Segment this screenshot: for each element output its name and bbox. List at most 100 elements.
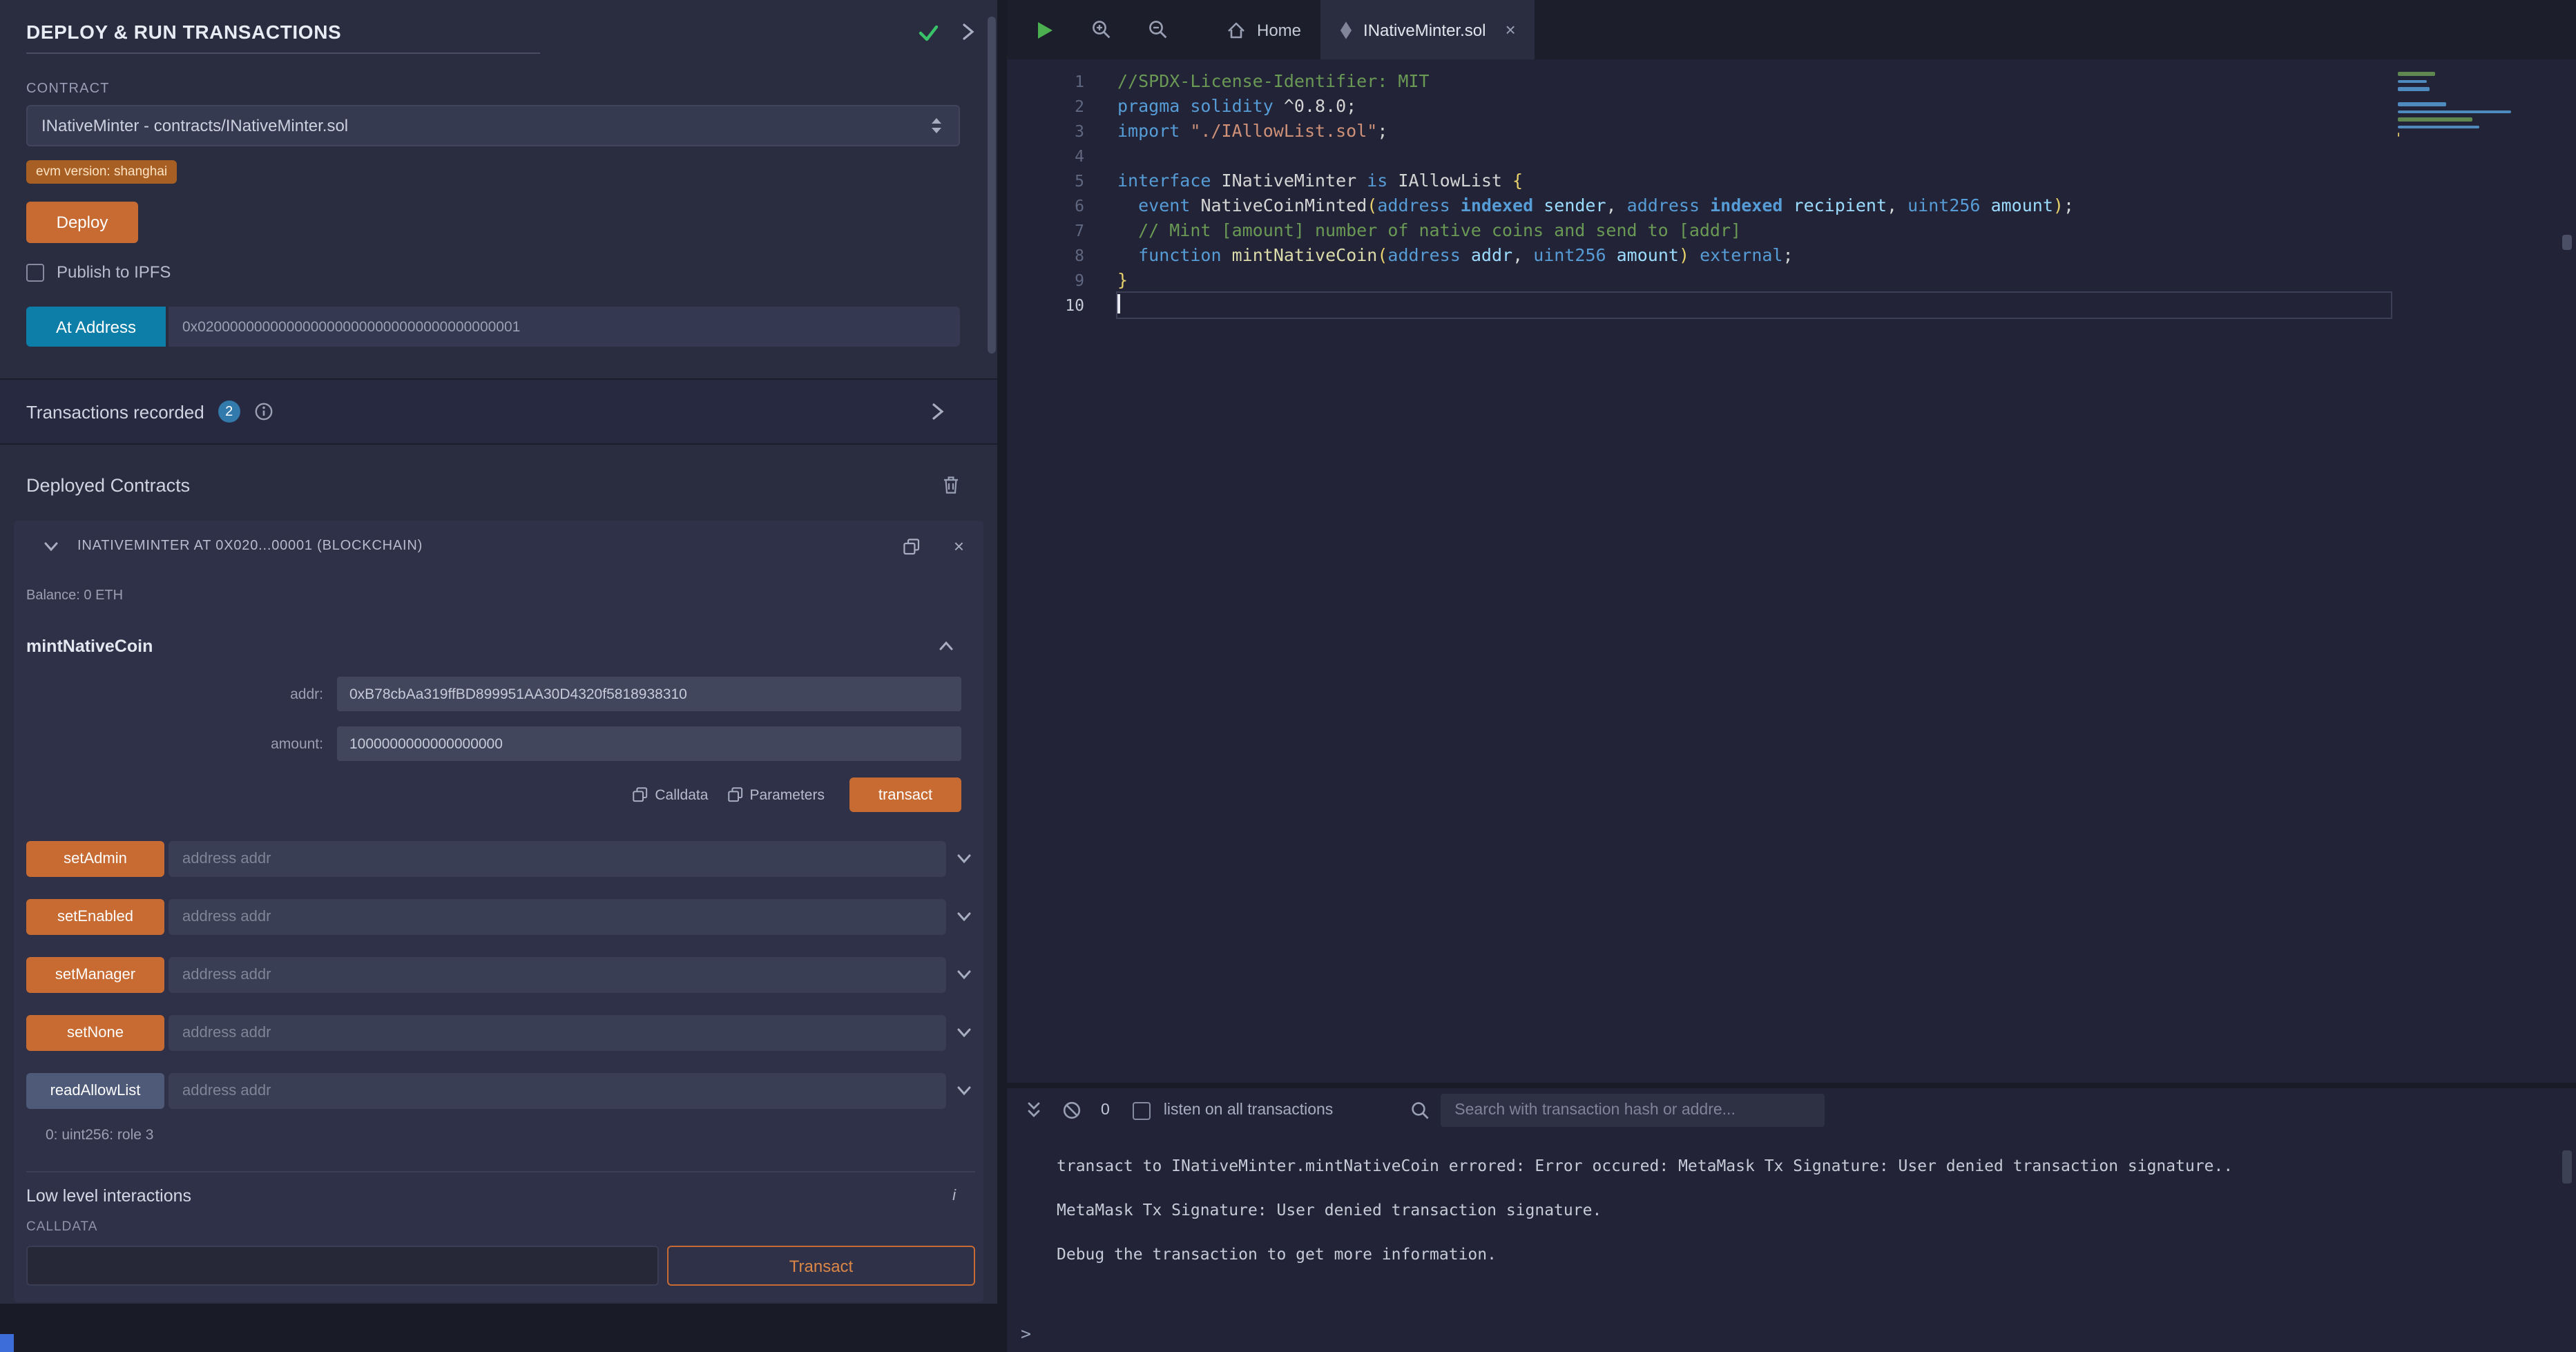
parameters-button[interactable]: Parameters — [727, 786, 825, 803]
title-underline — [26, 52, 540, 54]
home-icon — [1227, 20, 1246, 39]
listen-transactions-label: listen on all transactions — [1164, 1102, 1333, 1119]
chevron-down-icon[interactable] — [953, 1081, 975, 1101]
contract-select[interactable]: INativeMinter - contracts/INativeMinter.… — [26, 105, 960, 146]
solidity-icon — [1340, 20, 1352, 39]
addr-field-label: addr: — [26, 686, 323, 702]
close-icon[interactable]: × — [954, 537, 964, 555]
terminal-prompt[interactable]: > — [1021, 1323, 1031, 1344]
setadmin-button[interactable]: setAdmin — [26, 841, 164, 877]
close-icon[interactable]: × — [1505, 21, 1515, 39]
amount-field-label: amount: — [26, 735, 323, 752]
evm-version-badge: evm version: shanghai — [26, 160, 177, 184]
calldata-input[interactable] — [26, 1246, 659, 1286]
copy-icon — [727, 787, 742, 802]
copy-icon — [633, 787, 648, 802]
readallowlist-input[interactable] — [169, 1073, 946, 1109]
trash-icon[interactable] — [942, 475, 960, 494]
low-level-title: Low level interactions — [26, 1186, 191, 1206]
contract-select-value: INativeMinter - contracts/INativeMinter.… — [41, 116, 348, 135]
low-level-interactions: Low level interactions i CALLDATA Transa… — [26, 1171, 975, 1286]
tab-home[interactable]: Home — [1207, 0, 1320, 59]
tab-active-label: INativeMinter.sol — [1363, 20, 1486, 39]
chevron-down-icon[interactable] — [953, 965, 975, 985]
setnone-button[interactable]: setNone — [26, 1015, 164, 1051]
minimap[interactable] — [2395, 62, 2514, 153]
editor-scrollbar[interactable] — [2562, 235, 2572, 250]
transact-button[interactable]: transact — [849, 778, 961, 812]
zoom-out-icon[interactable] — [1148, 19, 1169, 40]
chevron-right-icon[interactable] — [928, 400, 948, 423]
transactions-recorded-label: Transactions recorded — [26, 401, 204, 422]
terminal-logs: transact to INativeMinter.mintNativeCoin… — [1007, 1132, 2576, 1276]
terminal-toolbar: 0 listen on all transactions — [1007, 1088, 2576, 1132]
terminal-scrollbar[interactable] — [2562, 1150, 2572, 1184]
calldata-section-label: CALLDATA — [26, 1219, 975, 1235]
panel-header: DEPLOY & RUN TRANSACTIONS — [0, 0, 997, 64]
chevron-down-icon[interactable] — [953, 907, 975, 927]
setadmin-input[interactable] — [169, 841, 946, 877]
at-address-button[interactable]: At Address — [26, 307, 166, 347]
panel-divider[interactable] — [997, 0, 1007, 1352]
terminal: 0 listen on all transactions transact to… — [1007, 1083, 2576, 1352]
deployed-contracts-title: Deployed Contracts — [26, 474, 190, 495]
editor-code[interactable]: //SPDX-License-Identifier: MITpragma sol… — [1117, 69, 2391, 318]
clear-console-icon[interactable] — [1062, 1101, 1082, 1120]
instance-title: INATIVEMINTER AT 0X020...00001 (BLOCKCHA… — [77, 539, 423, 554]
amount-field-input[interactable] — [337, 726, 961, 761]
main-area: Home INativeMinter.sol × 12345678910 //S… — [1007, 0, 2576, 1352]
terminal-log-line[interactable]: transact to INativeMinter.mintNativeCoin… — [1057, 1143, 2576, 1188]
double-chevron-down-icon[interactable] — [1023, 1099, 1044, 1121]
at-address-input[interactable] — [169, 307, 960, 347]
setnone-input[interactable] — [169, 1015, 946, 1051]
chevron-down-icon[interactable] — [953, 849, 975, 869]
terminal-count: 0 — [1101, 1102, 1110, 1119]
chevron-down-icon[interactable] — [41, 537, 61, 556]
chevron-up-icon[interactable] — [936, 637, 956, 656]
transactions-recorded-section[interactable]: Transactions recorded 2 — [0, 378, 997, 445]
readallowlist-button[interactable]: readAllowList — [26, 1073, 164, 1109]
zoom-in-icon[interactable] — [1091, 19, 1112, 40]
check-icon — [919, 21, 939, 42]
tab-inativeminter[interactable]: INativeMinter.sol × — [1320, 0, 1535, 59]
copy-icon[interactable] — [904, 538, 921, 554]
panel-footer — [0, 1304, 997, 1352]
setenabled-button[interactable]: setEnabled — [26, 899, 164, 935]
info-icon[interactable]: i — [952, 1188, 956, 1204]
info-icon[interactable] — [254, 402, 273, 421]
listen-transactions-checkbox[interactable] — [1133, 1101, 1151, 1119]
run-script-icon[interactable] — [1035, 19, 1055, 41]
deploy-button[interactable]: Deploy — [26, 202, 138, 243]
panel-scrollbar[interactable] — [988, 17, 996, 354]
lowlevel-transact-button[interactable]: Transact — [667, 1246, 975, 1286]
function-name: mintNativeCoin — [26, 637, 153, 656]
select-stepper-icon — [928, 115, 945, 137]
calldata-button[interactable]: Calldata — [633, 786, 708, 803]
chevron-right-icon[interactable] — [959, 21, 978, 43]
call-result: 0: uint256: role 3 — [46, 1127, 975, 1143]
code-editor[interactable]: 12345678910 //SPDX-License-Identifier: M… — [1007, 59, 2576, 1088]
transactions-count-badge: 2 — [218, 400, 240, 423]
terminal-log-line[interactable]: MetaMask Tx Signature: User denied trans… — [1057, 1188, 2576, 1232]
tab-home-label: Home — [1257, 20, 1301, 39]
addr-field-input[interactable] — [337, 677, 961, 711]
tab-bar: Home INativeMinter.sol × — [1007, 0, 2576, 59]
contract-label: CONTRACT — [26, 81, 960, 97]
terminal-search-input[interactable] — [1441, 1094, 1825, 1127]
setmanager-input[interactable] — [169, 957, 946, 993]
publish-ipfs-checkbox[interactable] — [26, 263, 44, 281]
setmanager-button[interactable]: setManager — [26, 957, 164, 993]
corner-widget[interactable] — [0, 1334, 14, 1352]
editor-gutter: 12345678910 — [1007, 69, 1084, 318]
chevron-down-icon[interactable] — [953, 1023, 975, 1043]
publish-ipfs-label: Publish to IPFS — [57, 262, 171, 282]
deployed-instance-card: INATIVEMINTER AT 0X020...00001 (BLOCKCHA… — [14, 521, 983, 1302]
calldata-label: Calldata — [655, 786, 708, 803]
terminal-log-line[interactable]: Debug the transaction to get more inform… — [1057, 1232, 2576, 1276]
deploy-run-panel: DEPLOY & RUN TRANSACTIONS CONTRACT INati… — [0, 0, 997, 1352]
setenabled-input[interactable] — [169, 899, 946, 935]
instance-balance: Balance: 0 ETH — [26, 588, 975, 603]
search-icon — [1410, 1101, 1430, 1120]
parameters-label: Parameters — [749, 786, 825, 803]
panel-title: DEPLOY & RUN TRANSACTIONS — [26, 21, 341, 43]
